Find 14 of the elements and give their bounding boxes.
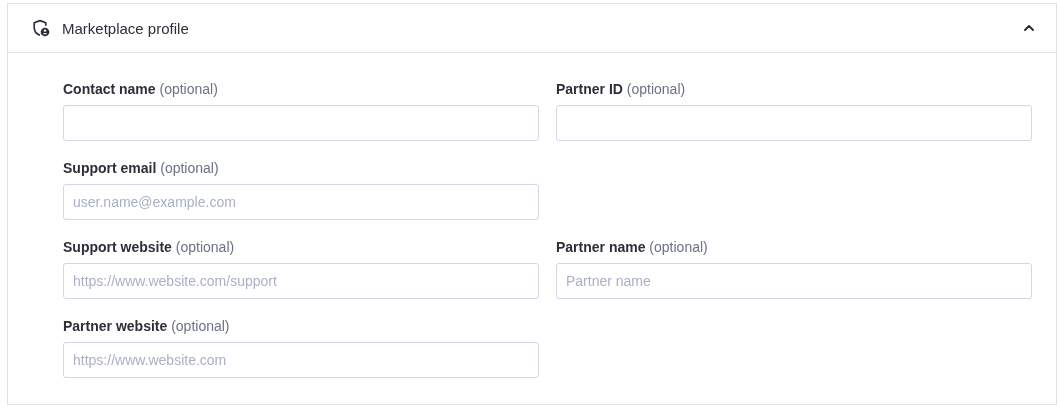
field-label: Partner ID (optional) [556,80,686,98]
input-field[interactable] [556,105,1032,141]
field-label: Partner name (optional) [556,238,708,256]
field-label: Support website (optional) [63,238,235,256]
input-field[interactable] [63,105,539,141]
field-label: Contact name (optional) [63,80,218,98]
input-field[interactable]: user.name@example.com [63,184,539,220]
input-field[interactable]: https://www.website.com [63,342,539,378]
input-field[interactable]: Partner name [556,263,1032,299]
shield-user-icon [32,19,50,37]
section-title: Marketplace profile [62,19,190,37]
field-label: Support email (optional) [63,159,219,177]
field-label: Partner website (optional) [63,317,230,335]
input-field[interactable]: https://www.website.com/support [63,263,539,299]
